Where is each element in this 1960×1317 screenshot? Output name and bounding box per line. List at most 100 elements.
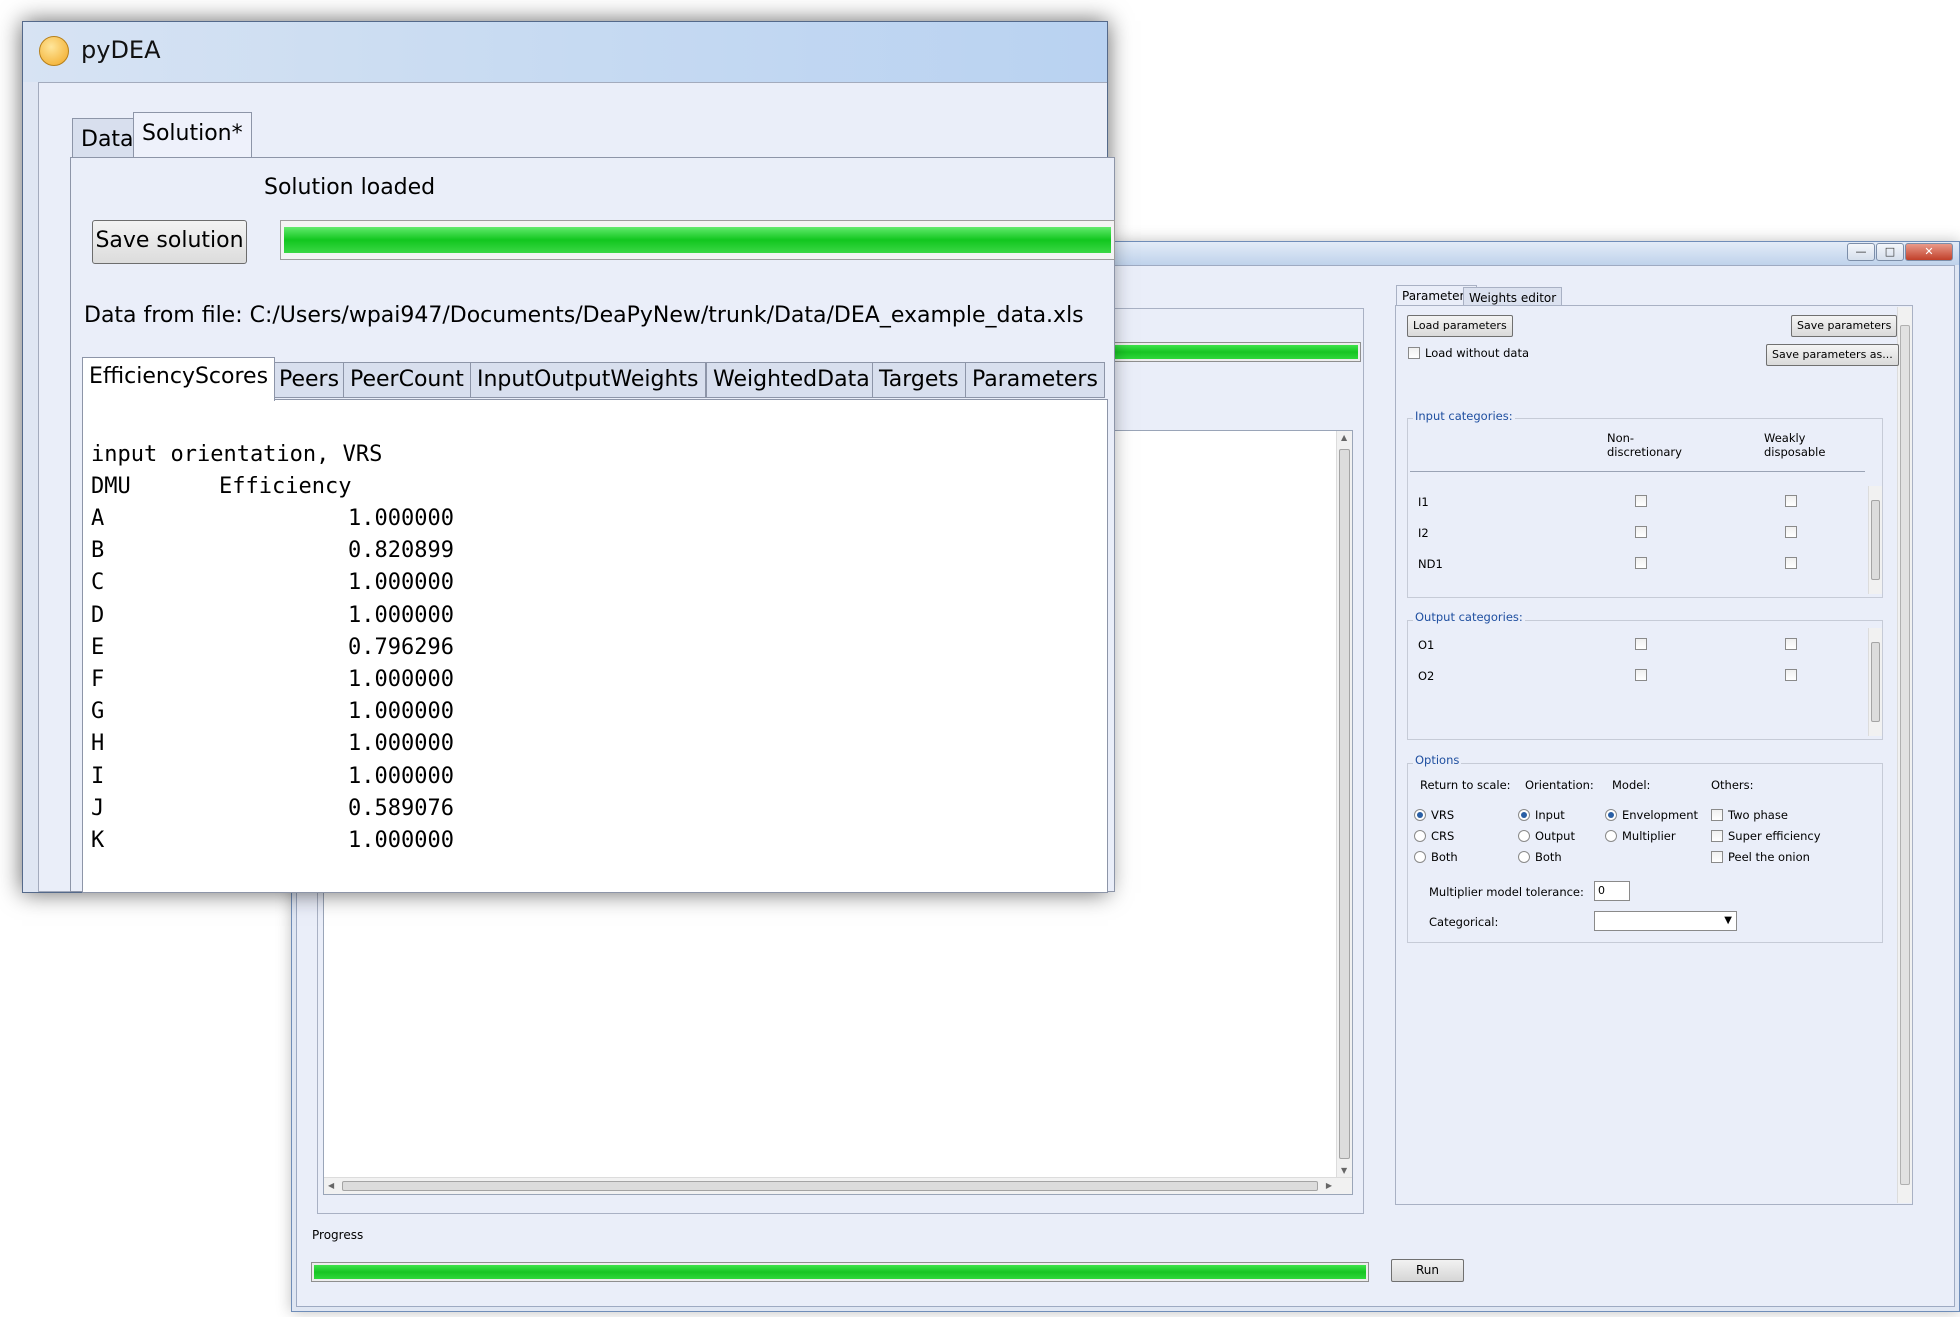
data-file-path: Data from file: C:/Users/wpai947/Documen…: [84, 303, 1084, 328]
maximize-button[interactable]: □: [1876, 243, 1904, 261]
efficiency-cell: 0.589076: [348, 795, 454, 821]
weakly-disposable-checkbox[interactable]: [1785, 638, 1797, 650]
others-label: Others:: [1711, 778, 1754, 792]
table-row: G 1.000000: [91, 699, 454, 725]
tab-targets[interactable]: Targets: [872, 362, 966, 398]
dmu-column-header: DMU: [91, 474, 131, 499]
save-parameters-as-button[interactable]: Save parameters as...: [1766, 344, 1899, 366]
input-row-label: I1: [1418, 495, 1429, 509]
output-orientation-label: Output: [1535, 829, 1575, 843]
tab-weights-editor[interactable]: Weights editor: [1463, 287, 1563, 307]
solution-progress-bar: [1102, 342, 1361, 362]
save-parameters-button[interactable]: Save parameters: [1791, 315, 1898, 337]
non-discretionary-checkbox[interactable]: [1635, 669, 1647, 681]
run-progress-bar: [311, 1262, 1369, 1282]
multiplier-tolerance-label: Multiplier model tolerance:: [1429, 885, 1584, 899]
return-to-scale-label: Return to scale:: [1420, 778, 1511, 792]
input-categories-scrollbar[interactable]: [1868, 486, 1882, 594]
efficiency-column-header: Efficiency: [219, 474, 352, 499]
efficiency-cell: 1.000000: [348, 828, 454, 853]
load-without-data-label: Load without data: [1425, 346, 1530, 360]
vrs-radio[interactable]: [1414, 809, 1426, 821]
weakly-disposable-header: Weakly disposable: [1764, 431, 1826, 459]
table-row: H 1.000000: [91, 731, 454, 757]
weakly-disposable-checkbox[interactable]: [1785, 669, 1797, 681]
non-discretionary-header: Non- discretionary: [1607, 431, 1682, 459]
non-discretionary-checkbox[interactable]: [1635, 526, 1647, 538]
tab-weighted-data[interactable]: WeightedData: [706, 362, 877, 398]
input-row-label: ND1: [1418, 557, 1443, 571]
tab-parameters[interactable]: Parameters: [965, 362, 1105, 398]
window-title: pyDEA: [81, 36, 161, 64]
horizontal-scrollbar[interactable]: ◀ ▶: [324, 1177, 1352, 1194]
two-phase-checkbox[interactable]: [1711, 809, 1723, 821]
super-efficiency-checkbox[interactable]: [1711, 830, 1723, 842]
scroll-left-icon[interactable]: ◀: [328, 1181, 334, 1190]
tab-input-output-weights[interactable]: InputOutputWeights: [470, 362, 706, 398]
tab-efficiency-scores[interactable]: EfficiencyScores: [82, 357, 276, 401]
scroll-down-icon[interactable]: ▼: [1341, 1166, 1347, 1175]
save-solution-button[interactable]: Save solution: [92, 220, 247, 264]
tab-solution[interactable]: Solution*: [133, 112, 252, 159]
close-button[interactable]: ✕: [1905, 243, 1953, 261]
table-row: I 1.000000: [91, 763, 454, 789]
load-without-data-checkbox[interactable]: [1408, 347, 1420, 359]
status-text: Solution loaded: [264, 175, 436, 200]
table-row: C 1.000000: [91, 570, 454, 596]
dmu-cell: H: [91, 731, 105, 757]
multiplier-tolerance-input[interactable]: 0: [1594, 881, 1630, 901]
tab-peer-count[interactable]: PeerCount: [343, 362, 471, 398]
crs-radio[interactable]: [1414, 830, 1426, 842]
parameters-scrollbar[interactable]: [1897, 307, 1912, 1203]
two-phase-label: Two phase: [1728, 808, 1788, 822]
output-categories-title: Output categories:: [1413, 610, 1525, 624]
dmu-cell: K: [91, 828, 105, 853]
dmu-cell: B: [91, 538, 105, 564]
output-categories-scrollbar[interactable]: [1868, 628, 1882, 736]
dmu-cell: D: [91, 602, 105, 628]
efficiency-cell: 1.000000: [348, 699, 454, 725]
weakly-disposable-checkbox[interactable]: [1785, 495, 1797, 507]
crs-label: CRS: [1431, 829, 1455, 843]
envelopment-radio[interactable]: [1605, 809, 1617, 821]
multiplier-radio[interactable]: [1605, 830, 1617, 842]
peel-the-onion-checkbox[interactable]: [1711, 851, 1723, 863]
load-parameters-button[interactable]: Load parameters: [1407, 315, 1513, 337]
categorical-select[interactable]: ▼: [1594, 911, 1737, 931]
tab-data[interactable]: Data: [72, 118, 143, 158]
dmu-cell: I: [91, 763, 105, 789]
solution-progress-bar: [280, 220, 1115, 260]
weakly-disposable-checkbox[interactable]: [1785, 526, 1797, 538]
non-discretionary-checkbox[interactable]: [1635, 557, 1647, 569]
efficiency-cell: 1.000000: [348, 570, 454, 596]
output-orientation-radio[interactable]: [1518, 830, 1530, 842]
vertical-scrollbar[interactable]: ▲ ▼: [1336, 431, 1352, 1177]
title-bar: pyDEA: [23, 22, 1107, 82]
multiplier-label: Multiplier: [1622, 829, 1676, 843]
categorical-label: Categorical:: [1429, 915, 1499, 929]
efficiency-cell: 0.796296: [348, 634, 454, 660]
table-row: A 1.000000: [91, 506, 454, 531]
run-button[interactable]: Run: [1391, 1259, 1464, 1282]
orientation-both-radio[interactable]: [1518, 851, 1530, 863]
scroll-up-icon[interactable]: ▲: [1341, 433, 1347, 442]
super-efficiency-label: Super efficiency: [1728, 829, 1821, 843]
table-row: K 1.000000: [91, 828, 454, 853]
dmu-cell: C: [91, 570, 105, 596]
input-orientation-label: Input: [1535, 808, 1565, 822]
efficiency-cell: 1.000000: [348, 763, 454, 789]
rts-both-radio[interactable]: [1414, 851, 1426, 863]
minimize-button[interactable]: —: [1847, 243, 1875, 261]
weakly-disposable-checkbox[interactable]: [1785, 557, 1797, 569]
rts-both-label: Both: [1431, 850, 1458, 864]
non-discretionary-checkbox[interactable]: [1635, 495, 1647, 507]
non-discretionary-checkbox[interactable]: [1635, 638, 1647, 650]
dmu-cell: G: [91, 699, 105, 725]
table-row: J 0.589076: [91, 796, 454, 821]
scroll-right-icon[interactable]: ▶: [1326, 1181, 1332, 1190]
input-orientation-radio[interactable]: [1518, 809, 1530, 821]
dmu-cell: F: [91, 667, 105, 692]
output-row-label: O2: [1418, 669, 1435, 683]
table-row: B 0.820899: [91, 538, 454, 564]
tab-peers[interactable]: Peers: [272, 362, 347, 398]
